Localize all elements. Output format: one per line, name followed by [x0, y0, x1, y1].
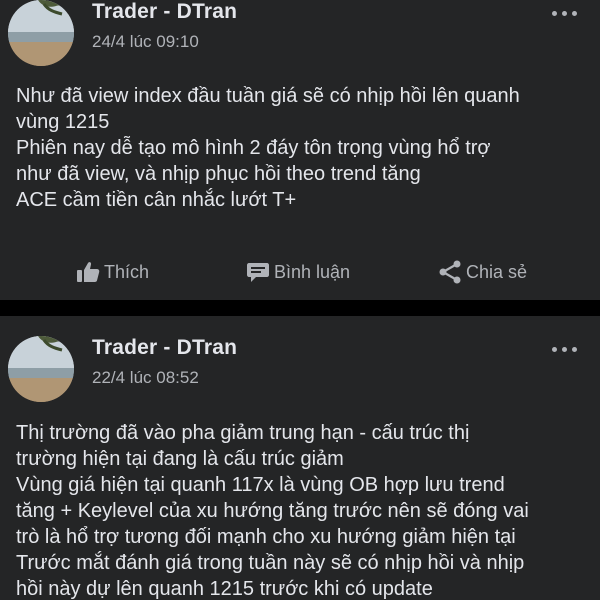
post-line: Phiên nay dễ tạo mô hình 2 đáy tôn trọng… — [16, 137, 491, 159]
post-line: Trước mắt đánh giá trong tuần này sẽ có … — [16, 552, 525, 574]
post-line: ACE cầm tiền cân nhắc lướt T+ — [16, 189, 297, 211]
more-options-icon[interactable] — [550, 8, 578, 18]
news-feed: Trader - DTran 24/4 lúc 09:10 Như đã vie… — [0, 0, 600, 600]
post-timestamp[interactable]: 22/4 lúc 08:52 — [92, 368, 199, 388]
post-line: Thị trường đã vào pha giảm trung hạn - c… — [16, 422, 470, 444]
post-body: Thị trường đã vào pha giảm trung hạn - c… — [16, 420, 586, 600]
post-line: trường hiện tại đang là cấu trúc giảm — [16, 448, 344, 470]
author-avatar[interactable] — [8, 336, 74, 402]
post-line: như đã view, và nhịp phục hồi theo trend… — [16, 163, 421, 185]
author-name[interactable]: Trader - DTran — [92, 336, 237, 360]
share-button[interactable]: Chia sẻ — [438, 252, 527, 292]
comment-label: Bình luận — [274, 261, 351, 282]
author-name[interactable]: Trader - DTran — [92, 0, 237, 24]
share-label: Chia sẻ — [466, 261, 528, 282]
post-line: hồi này dự lên quanh 1215 trước khi có u… — [16, 578, 433, 600]
post-card: Trader - DTran 24/4 lúc 09:10 Như đã vie… — [0, 0, 600, 300]
thumbs-up-icon — [77, 262, 100, 282]
post-line: trò là hổ trợ tương đối mạnh cho xu hướn… — [16, 526, 516, 548]
more-options-icon[interactable] — [550, 344, 578, 354]
post-body: Như đã view index đầu tuần giá sẽ có nhị… — [16, 83, 586, 213]
post-line: tăng + Keylevel của xu hướng tăng trước … — [16, 500, 529, 522]
comment-button[interactable]: Bình luận — [246, 252, 350, 292]
share-icon — [439, 260, 461, 284]
like-label: Thích — [104, 261, 150, 282]
author-avatar[interactable] — [8, 0, 74, 66]
post-actions: Thích Bình luận Chia sẻ — [0, 252, 600, 292]
post-card: Trader - DTran 22/4 lúc 08:52 Thị trường… — [0, 316, 600, 600]
post-timestamp[interactable]: 24/4 lúc 09:10 — [92, 32, 199, 52]
post-line: Vùng giá hiện tại quanh 117x là vùng OB … — [16, 474, 505, 496]
post-line: Như đã view index đầu tuần giá sẽ có nhị… — [16, 85, 520, 107]
comment-icon — [247, 263, 269, 282]
post-line: vùng 1215 — [16, 111, 110, 133]
like-button[interactable]: Thích — [76, 252, 149, 292]
